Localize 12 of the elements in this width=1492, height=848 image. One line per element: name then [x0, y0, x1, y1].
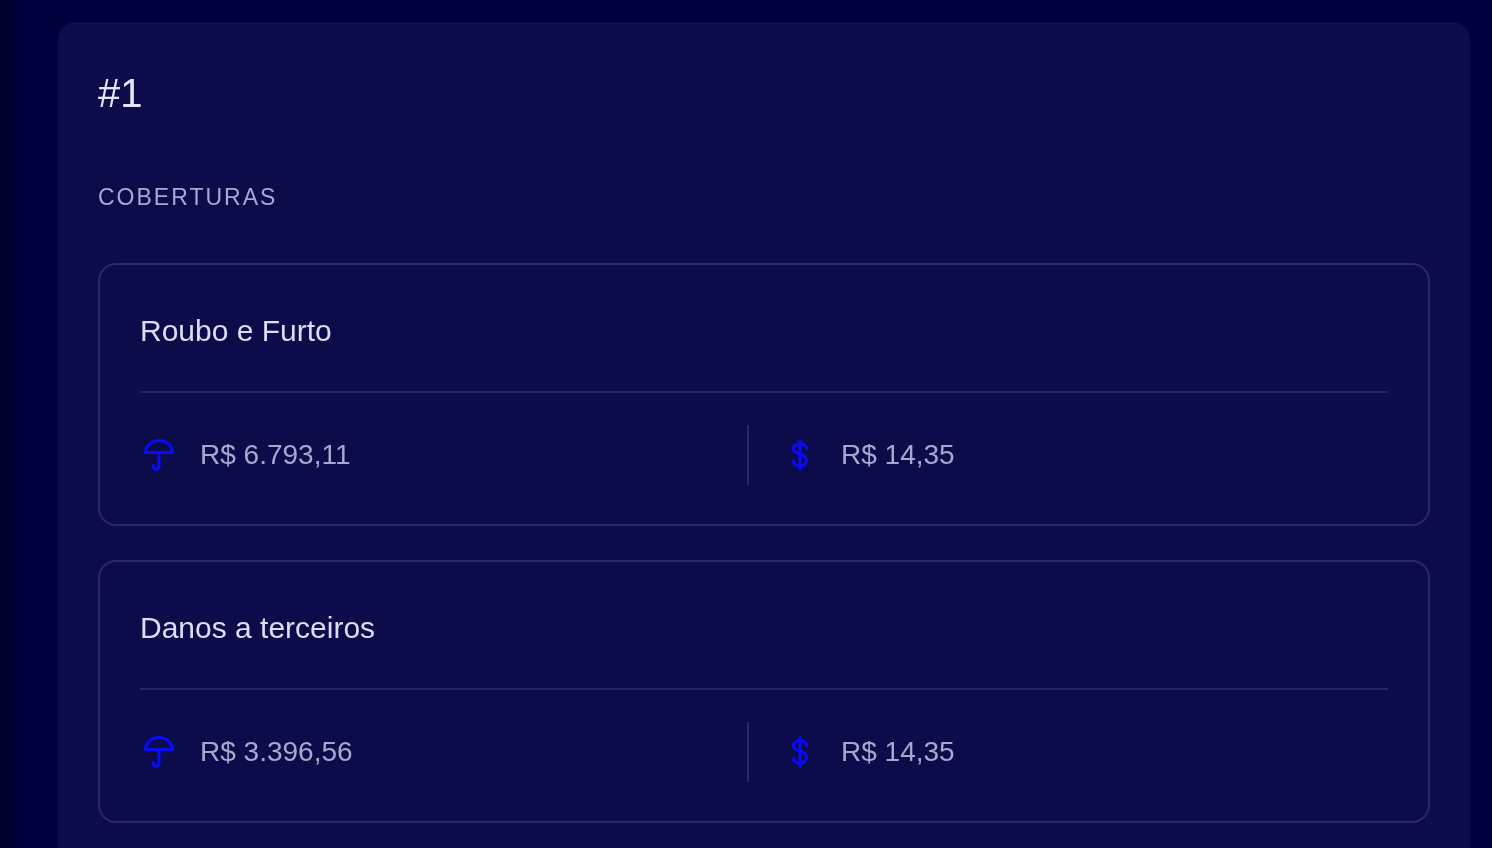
dollar-icon	[791, 736, 809, 768]
coverage-price: R$ 14,35	[841, 735, 955, 769]
section-label: COBERTURAS	[98, 183, 279, 211]
coverage-name: Roubo e Furto	[140, 313, 333, 349]
dollar-icon	[791, 439, 809, 471]
umbrella-icon	[144, 736, 174, 768]
coverage-amount: R$ 3.396,56	[200, 735, 353, 769]
panel-title: #1	[98, 70, 144, 117]
coverage-name: Danos a terceiros	[140, 610, 377, 646]
coverage-price: R$ 14,35	[841, 438, 955, 472]
umbrella-icon	[144, 439, 174, 471]
coverage-amount: R$ 6.793,11	[200, 438, 351, 472]
